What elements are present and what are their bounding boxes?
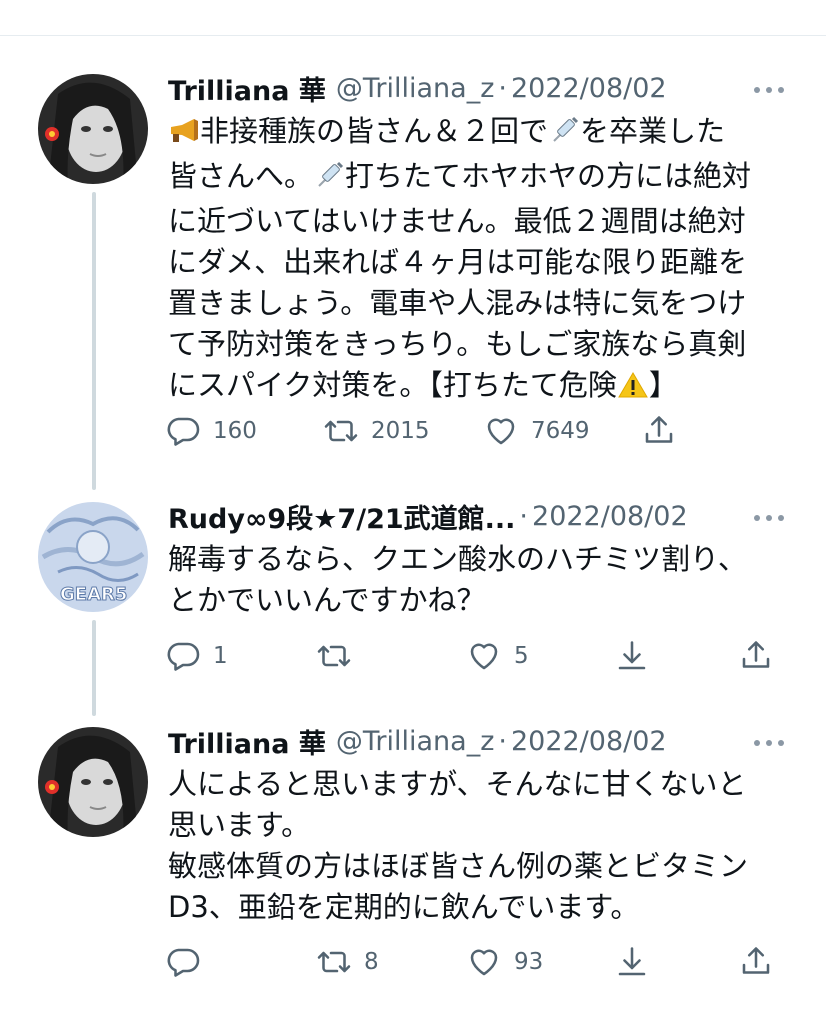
retweet-icon	[317, 951, 351, 973]
tweet-actions: 1 5	[0, 638, 826, 678]
text-line: 】	[648, 368, 678, 402]
megaphone-icon	[168, 115, 200, 156]
svg-text:GEAR5: GEAR5	[60, 584, 127, 605]
timestamp[interactable]: 2022/08/02	[511, 73, 667, 104]
text-line: D3、亜鉛を定期的に飲んでいます。	[168, 890, 640, 924]
reply-count: 1	[213, 643, 228, 669]
text-line: 敏感体質の方はほぼ皆さん例の薬とビタミン	[168, 849, 749, 883]
share-icon	[645, 416, 673, 443]
like-count: 7649	[531, 418, 590, 444]
text-line: とかでいいんですかね？	[168, 583, 486, 617]
avatar[interactable]: GEAR5	[38, 502, 148, 612]
text-line: 置きましょう。電車や人混みは特に気をつけ	[168, 286, 747, 320]
reply-icon	[167, 417, 200, 446]
text-line: 非接種族の皆さん＆２回で	[200, 114, 549, 148]
tweet-text: 人によると思いますが、そんなに甘くないと 思います。 敏感体質の方はほぼ皆さん例…	[168, 764, 788, 928]
retweet-icon	[317, 645, 351, 667]
share-button[interactable]	[641, 413, 677, 449]
user-handle[interactable]: @Trilliana_z	[336, 726, 495, 757]
text-line: 皆さんへ。	[168, 159, 314, 193]
text-line: を卒業した	[580, 114, 726, 148]
display-name[interactable]: Trilliana 華	[168, 69, 326, 108]
tweet-header: Rudy∞9段★7/21武道館... · 2022/08/02	[168, 496, 688, 536]
retweet-count: 8	[364, 949, 379, 975]
more-icon[interactable]	[754, 84, 784, 96]
tweet-header: Trilliana 華 @Trilliana_z · 2022/08/02	[168, 721, 667, 761]
download-button[interactable]	[614, 944, 650, 980]
tweet-actions: 8 93	[0, 944, 826, 984]
text-line: にスパイク対策を。【打ちたて危険	[168, 368, 617, 402]
retweet-count: 2015	[371, 418, 430, 444]
more-icon[interactable]	[754, 737, 784, 749]
reply-icon	[167, 948, 200, 977]
tweet-text: 非接種族の皆さん＆２回で を卒業した 皆さんへ。 打ちたてホヤホヤの方には絶対 に近…	[168, 111, 788, 410]
like-button[interactable]: 93	[466, 944, 543, 980]
timestamp[interactable]: 2022/08/02	[532, 501, 688, 532]
warning-icon	[617, 369, 649, 410]
retweet-button[interactable]	[316, 638, 352, 674]
retweet-button[interactable]: 8	[316, 944, 379, 980]
more-icon[interactable]	[754, 512, 784, 524]
display-name[interactable]: Rudy∞9段★7/21武道館...	[168, 497, 515, 536]
share-icon	[742, 947, 770, 974]
separator: ·	[498, 725, 507, 757]
text-line: にダメ、出来れば４ヶ月は可能な限り距離を	[168, 245, 748, 279]
like-button[interactable]: 7649	[483, 413, 590, 449]
avatar[interactable]	[38, 727, 148, 837]
separator: ·	[498, 72, 507, 104]
reply-button[interactable]	[165, 944, 201, 980]
download-icon	[618, 947, 646, 976]
text-line: 解毒するなら、クエン酸水のハチミツ割り、	[168, 542, 747, 576]
syringe-icon	[548, 115, 580, 156]
top-divider	[0, 35, 826, 36]
download-button[interactable]	[614, 638, 650, 674]
like-icon	[470, 949, 498, 976]
timestamp[interactable]: 2022/08/02	[511, 726, 667, 757]
reply-icon	[167, 642, 200, 671]
like-count: 5	[514, 643, 529, 669]
like-icon	[487, 418, 515, 445]
syringe-icon	[313, 160, 345, 201]
separator: ·	[519, 500, 529, 532]
display-name[interactable]: Trilliana 華	[168, 722, 326, 761]
tweet-text: 解毒するなら、クエン酸水のハチミツ割り、 とかでいいんですかね？	[168, 539, 788, 621]
like-icon	[470, 643, 498, 670]
share-button[interactable]	[738, 944, 774, 980]
share-icon	[742, 641, 770, 668]
avatar[interactable]	[38, 74, 148, 184]
tweet-actions: 160 2015 7649	[0, 413, 826, 453]
like-button[interactable]: 5	[466, 638, 529, 674]
share-button[interactable]	[738, 638, 774, 674]
retweet-button[interactable]: 2015	[323, 413, 430, 449]
text-line: て予防対策をきっちり。もしご家族なら真剣	[168, 327, 747, 361]
reply-button[interactable]: 1	[165, 638, 228, 674]
text-line: に近づいてはいけません。最低２週間は絶対	[168, 204, 746, 238]
text-line: 人によると思いますが、そんなに甘くないと	[168, 767, 747, 801]
text-line: 打ちたてホヤホヤの方には絶対	[345, 159, 752, 193]
reply-count: 160	[213, 418, 257, 444]
like-count: 93	[514, 949, 544, 975]
retweet-icon	[324, 420, 358, 442]
text-line: 思います。	[168, 808, 311, 842]
user-handle[interactable]: @Trilliana_z	[336, 73, 495, 104]
tweet-header: Trilliana 華 @Trilliana_z · 2022/08/02	[168, 68, 667, 108]
download-icon	[618, 641, 646, 670]
reply-button[interactable]: 160	[165, 413, 257, 449]
